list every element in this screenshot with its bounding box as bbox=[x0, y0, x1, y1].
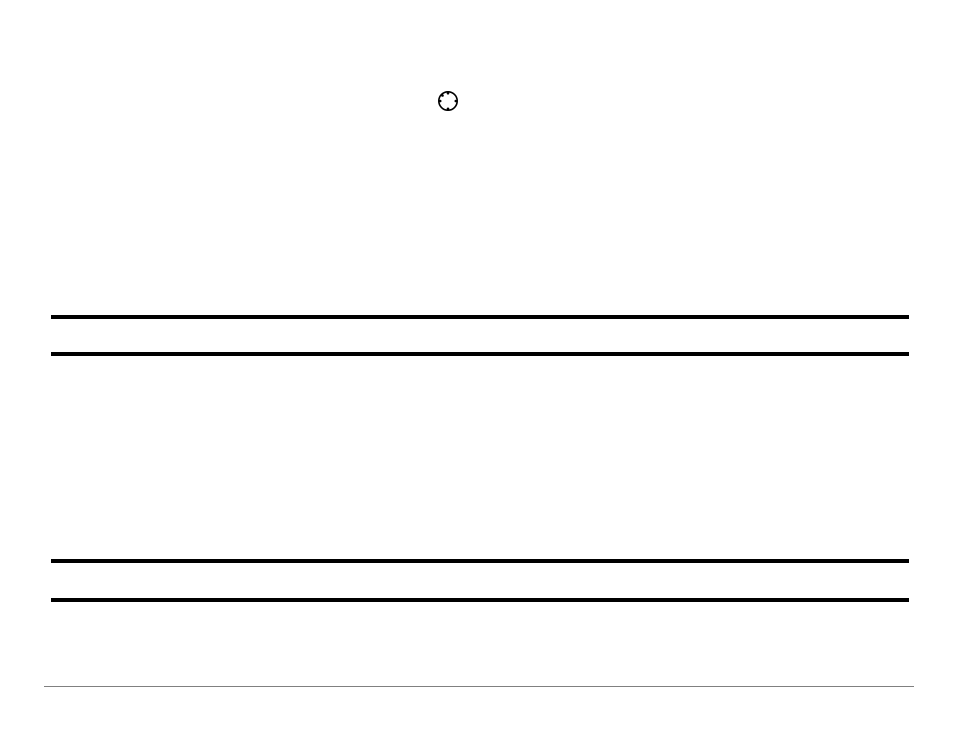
horizontal-rule bbox=[51, 315, 909, 319]
spinner-icon bbox=[437, 90, 459, 112]
horizontal-rule bbox=[51, 559, 909, 563]
page bbox=[0, 0, 954, 738]
horizontal-rule bbox=[51, 352, 909, 356]
footer-rule bbox=[44, 686, 914, 687]
horizontal-rule bbox=[51, 598, 909, 602]
